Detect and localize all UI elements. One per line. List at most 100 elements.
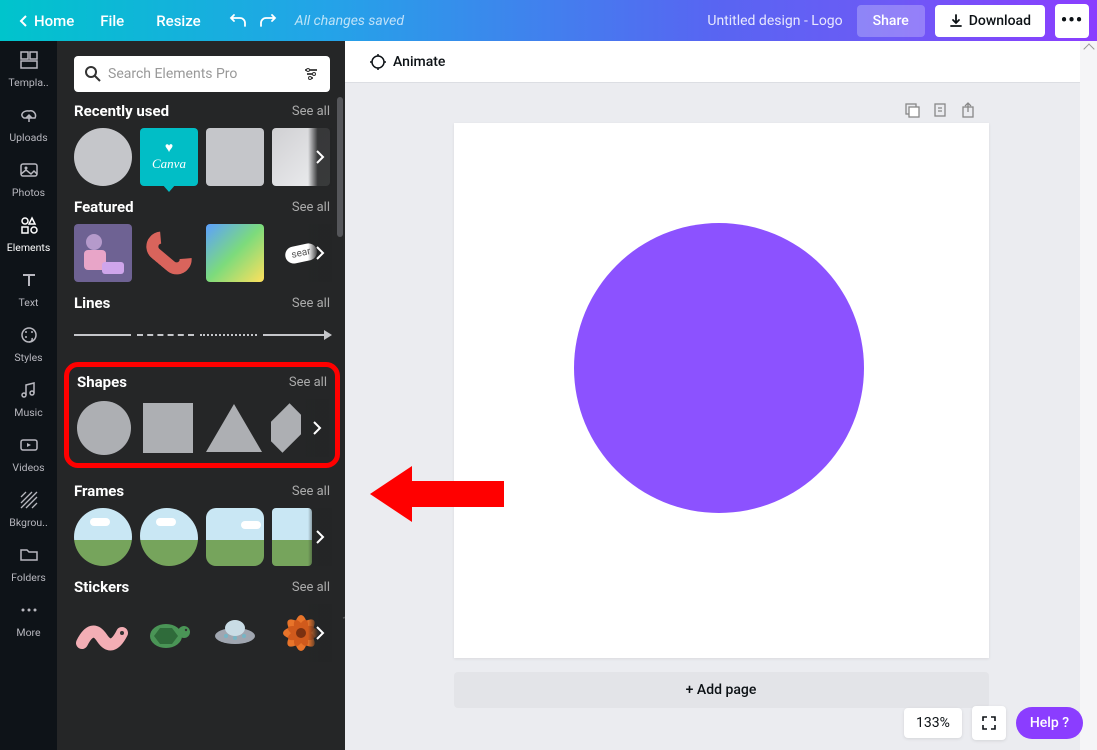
text-icon [17, 268, 41, 292]
section-title: Stickers [74, 578, 129, 596]
element-thumbnail[interactable] [140, 224, 198, 282]
shape-square[interactable] [139, 399, 197, 457]
design-canvas[interactable] [454, 123, 989, 658]
download-icon [949, 14, 963, 28]
elements-panel: Recently used See all ♥ Canva [57, 41, 345, 750]
search-box[interactable] [74, 56, 330, 92]
duplicate-page-icon[interactable] [931, 101, 949, 119]
filter-icon[interactable] [302, 65, 320, 83]
home-label: Home [34, 12, 74, 30]
frame-thumbnail[interactable] [272, 508, 312, 566]
share-button[interactable]: Share [857, 5, 925, 37]
search-icon [84, 65, 102, 83]
top-menu-bar: Home File Resize All changes saved Untit… [0, 0, 1097, 41]
sidebar-styles[interactable]: Styles [0, 316, 57, 371]
sidebar-item-label: Bkgrou.. [9, 516, 47, 529]
frames-section: Frames See all [74, 482, 330, 566]
sidebar-item-label: Elements [7, 241, 51, 254]
file-menu[interactable]: File [84, 6, 140, 36]
context-toolbar: Animate [345, 41, 1097, 83]
recently-used-section: Recently used See all ♥ Canva [74, 102, 330, 186]
line-element[interactable] [263, 334, 330, 336]
frame-thumbnail[interactable] [74, 508, 132, 566]
line-element[interactable] [200, 334, 257, 336]
scroll-right-button[interactable] [305, 399, 329, 457]
animate-button[interactable]: Animate [359, 47, 455, 77]
sidebar-folders[interactable]: Folders [0, 536, 57, 591]
redo-icon [259, 12, 277, 30]
sidebar-templates[interactable]: Templa.. [0, 41, 57, 96]
lines-section: Lines See all [74, 294, 330, 350]
frame-thumbnail[interactable] [140, 508, 198, 566]
see-all-link[interactable]: See all [292, 296, 330, 311]
add-page-button[interactable]: + Add page [454, 672, 989, 708]
chevron-right-icon [315, 246, 325, 260]
sidebar-elements[interactable]: Elements [0, 206, 57, 261]
see-all-link[interactable]: See all [289, 375, 327, 390]
shapes-section: Shapes See all [64, 362, 340, 468]
see-all-link[interactable]: See all [292, 580, 330, 595]
element-thumbnail[interactable] [74, 128, 132, 186]
sidebar-uploads[interactable]: Uploads [0, 96, 57, 151]
sidebar-videos[interactable]: Videos [0, 426, 57, 481]
download-button[interactable]: Download [935, 5, 1045, 37]
scroll-right-button[interactable] [308, 508, 332, 566]
uploads-icon [17, 103, 41, 127]
sticker-thumbnail[interactable] [74, 604, 132, 662]
elements-icon [17, 213, 41, 237]
scroll-right-button[interactable] [308, 128, 332, 186]
tool-sidebar: Templa.. Uploads Photos Elements Text St… [0, 41, 57, 750]
shape-triangle[interactable] [205, 399, 263, 457]
section-title: Recently used [74, 102, 169, 120]
vertical-scrollbar[interactable] [1080, 41, 1097, 750]
element-thumbnail[interactable] [206, 224, 264, 282]
shape-diamond[interactable] [271, 399, 301, 457]
share-page-icon[interactable] [959, 101, 977, 119]
sticker-thumbnail[interactable] [206, 604, 264, 662]
sticker-thumbnail[interactable] [338, 604, 345, 662]
annotation-arrow [370, 466, 504, 522]
redo-button[interactable] [259, 12, 277, 30]
shape-circle[interactable] [77, 399, 131, 457]
sidebar-text[interactable]: Text [0, 261, 57, 316]
sidebar-background[interactable]: Bkgrou.. [0, 481, 57, 536]
sidebar-item-label: Photos [12, 186, 45, 199]
copy-page-icon[interactable] [903, 101, 921, 119]
chevron-right-icon [315, 626, 325, 640]
undo-button[interactable] [229, 12, 247, 30]
sticker-thumbnail[interactable] [140, 604, 198, 662]
frame-thumbnail[interactable] [206, 508, 264, 566]
zoom-level[interactable]: 133% [904, 708, 962, 738]
download-label: Download [969, 13, 1031, 29]
animate-label: Animate [393, 54, 445, 70]
line-element[interactable] [137, 334, 194, 336]
see-all-link[interactable]: See all [292, 200, 330, 215]
scroll-right-button[interactable] [308, 224, 332, 282]
sidebar-item-label: Folders [11, 571, 46, 584]
background-icon [17, 488, 41, 512]
more-options-button[interactable]: ••• [1055, 4, 1089, 38]
resize-menu[interactable]: Resize [140, 6, 216, 36]
see-all-link[interactable]: See all [292, 104, 330, 119]
home-button[interactable]: Home [8, 6, 84, 36]
scroll-right-button[interactable] [308, 604, 332, 662]
canvas-shape-circle[interactable] [574, 223, 864, 513]
line-element[interactable] [74, 334, 131, 336]
featured-section: Featured See all sear [74, 198, 330, 282]
help-button[interactable]: Help ? [1016, 707, 1083, 739]
panel-scrollbar[interactable] [337, 97, 343, 237]
sidebar-music[interactable]: Music [0, 371, 57, 426]
dots-icon: ••• [1061, 10, 1083, 31]
chevron-left-icon [18, 15, 30, 27]
see-all-link[interactable]: See all [292, 484, 330, 499]
fullscreen-button[interactable] [972, 706, 1006, 740]
sidebar-photos[interactable]: Photos [0, 151, 57, 206]
sidebar-more[interactable]: More [0, 591, 57, 646]
photos-icon [17, 158, 41, 182]
element-thumbnail[interactable] [74, 224, 132, 282]
element-thumbnail[interactable]: ♥ Canva [140, 128, 198, 186]
element-thumbnail[interactable] [206, 128, 264, 186]
save-status: All changes saved [295, 13, 404, 29]
search-input[interactable] [108, 66, 302, 82]
document-title[interactable]: Untitled design - Logo [707, 13, 842, 29]
